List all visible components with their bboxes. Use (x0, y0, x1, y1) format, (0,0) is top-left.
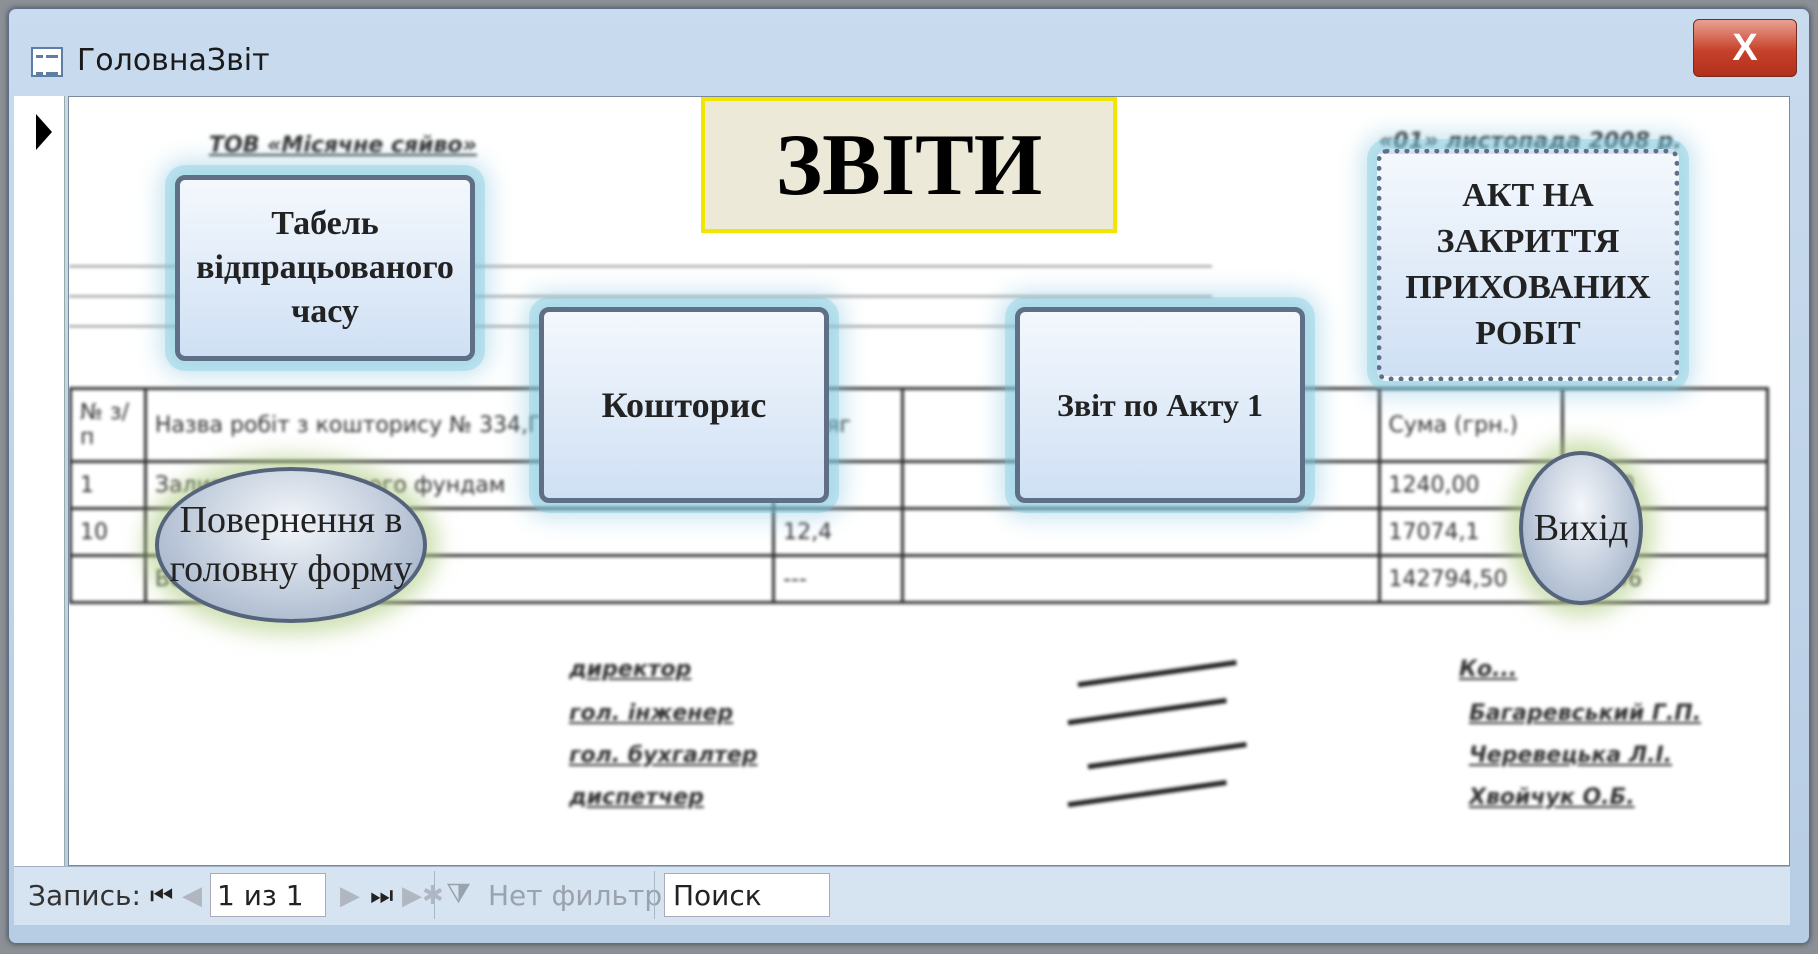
window-title: ГоловнаЗвіт (77, 43, 270, 78)
akt-button[interactable]: АКТ НА ЗАКРИТТЯ ПРИХОВАНИХ РОБІТ (1377, 149, 1679, 381)
form-body: ТОВ «Місячне сяйво» «01» листопада 2008 … (68, 96, 1790, 866)
last-record-icon[interactable]: ⏭ (370, 881, 393, 912)
doc-cell: 10 (69, 507, 147, 557)
current-record-input[interactable]: 1 из 1 (210, 873, 326, 917)
new-record-icon[interactable]: ▶✱ (402, 881, 444, 911)
next-record-icon[interactable]: ▶ (340, 881, 360, 911)
doc-header-no: № з/п (69, 387, 147, 463)
doc-name: Ко... (1459, 657, 1518, 682)
koshtorys-button[interactable]: Кошторис (539, 307, 829, 503)
page-title: ЗВІТИ (701, 97, 1117, 233)
doc-name: Багаревський Г.П. (1469, 701, 1702, 726)
return-main-button[interactable]: Повернення в головну форму (155, 467, 427, 623)
title-bar: ГоловнаЗвіт X (9, 9, 1809, 105)
doc-cell: 12,4 (772, 507, 905, 557)
doc-signature: директор (569, 657, 692, 682)
zvit-akt-button[interactable]: Звіт по Акту 1 (1015, 307, 1305, 503)
exit-button[interactable]: Вихід (1519, 451, 1643, 605)
doc-company: ТОВ «Місячне сяйво» (209, 133, 477, 158)
close-button[interactable]: X (1693, 19, 1797, 77)
doc-name: Хвойчук О.Б. (1469, 785, 1635, 810)
doc-cell: 1 (69, 460, 147, 510)
doc-name: Черевецька Л.І. (1469, 743, 1673, 768)
form-icon (31, 47, 63, 77)
first-record-icon[interactable]: ⏮ (150, 881, 173, 912)
filter-icon: ⧩ (446, 877, 471, 910)
doc-signature: гол. бухгалтер (569, 743, 758, 768)
doc-header-sum: Сума (грн.) (1377, 387, 1564, 463)
search-input[interactable]: Поиск (664, 873, 830, 917)
record-selector[interactable] (14, 96, 65, 866)
doc-signature: диспетчер (569, 785, 704, 810)
record-navigation-bar: Запись: ⏮ ◀ 1 из 1 ▶ ⏭ ▶✱ ⧩ Нет фильтра … (14, 866, 1790, 925)
filter-toggle[interactable]: Нет фильтра (488, 879, 679, 912)
record-label: Запись: (28, 879, 141, 912)
doc-cell (69, 554, 147, 604)
previous-record-icon[interactable]: ◀ (182, 881, 202, 911)
doc-signature: гол. інженер (569, 701, 734, 726)
tabel-button[interactable]: Табель відпрацьованого часу (175, 175, 475, 361)
doc-cell: --- (772, 554, 905, 604)
